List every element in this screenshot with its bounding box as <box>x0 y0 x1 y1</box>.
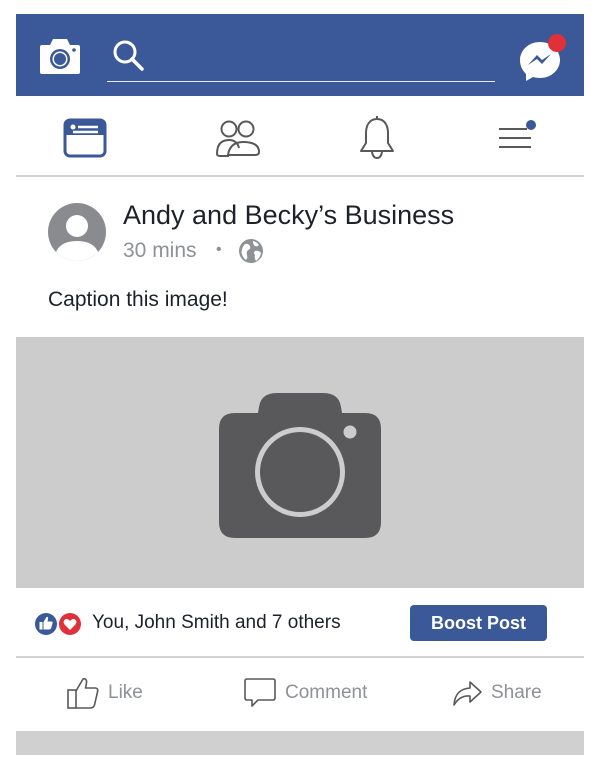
comment-icon <box>244 678 276 707</box>
like-label: Like <box>108 682 143 703</box>
nav-friends[interactable] <box>208 110 268 166</box>
globe-icon <box>239 239 263 263</box>
like-reaction-icon <box>33 611 59 637</box>
reaction-icons[interactable] <box>33 611 85 637</box>
menu-notification-dot <box>526 120 536 130</box>
like-icon <box>67 678 99 709</box>
share-icon <box>453 681 482 706</box>
reaction-summary[interactable]: You, John Smith and 7 others <box>92 612 341 634</box>
camera-icon[interactable] <box>38 34 82 76</box>
messenger-icon[interactable] <box>518 33 568 83</box>
post-timestamp[interactable]: 30 mins <box>123 239 197 263</box>
search-input[interactable] <box>107 38 495 82</box>
action-divider <box>16 656 584 658</box>
top-bar <box>16 14 584 96</box>
post-caption: Caption this image! <box>48 288 228 311</box>
nav-news-feed[interactable] <box>55 110 115 166</box>
like-button[interactable]: Like <box>66 672 143 714</box>
love-reaction-icon <box>57 611 83 637</box>
avatar[interactable] <box>48 203 106 261</box>
nav-menu[interactable] <box>484 110 544 166</box>
camera-icon <box>219 393 381 538</box>
meta-separator: • <box>216 241 222 258</box>
comment-button[interactable]: Comment <box>243 672 367 714</box>
boost-post-button[interactable]: Boost Post <box>410 605 547 641</box>
nav-notifications[interactable] <box>347 110 407 166</box>
bell-icon <box>360 116 394 160</box>
comment-label: Comment <box>285 682 368 703</box>
nav-divider <box>16 175 584 177</box>
messenger-notification-badge <box>548 34 566 52</box>
friends-icon <box>216 120 261 157</box>
next-post-preview <box>16 731 584 755</box>
share-label: Share <box>491 682 542 703</box>
search-icon <box>113 40 144 71</box>
newsfeed-icon <box>63 118 107 158</box>
menu-icon <box>499 120 536 148</box>
post-author[interactable]: Andy and Becky’s Business <box>123 200 454 231</box>
share-button[interactable]: Share <box>451 672 542 714</box>
